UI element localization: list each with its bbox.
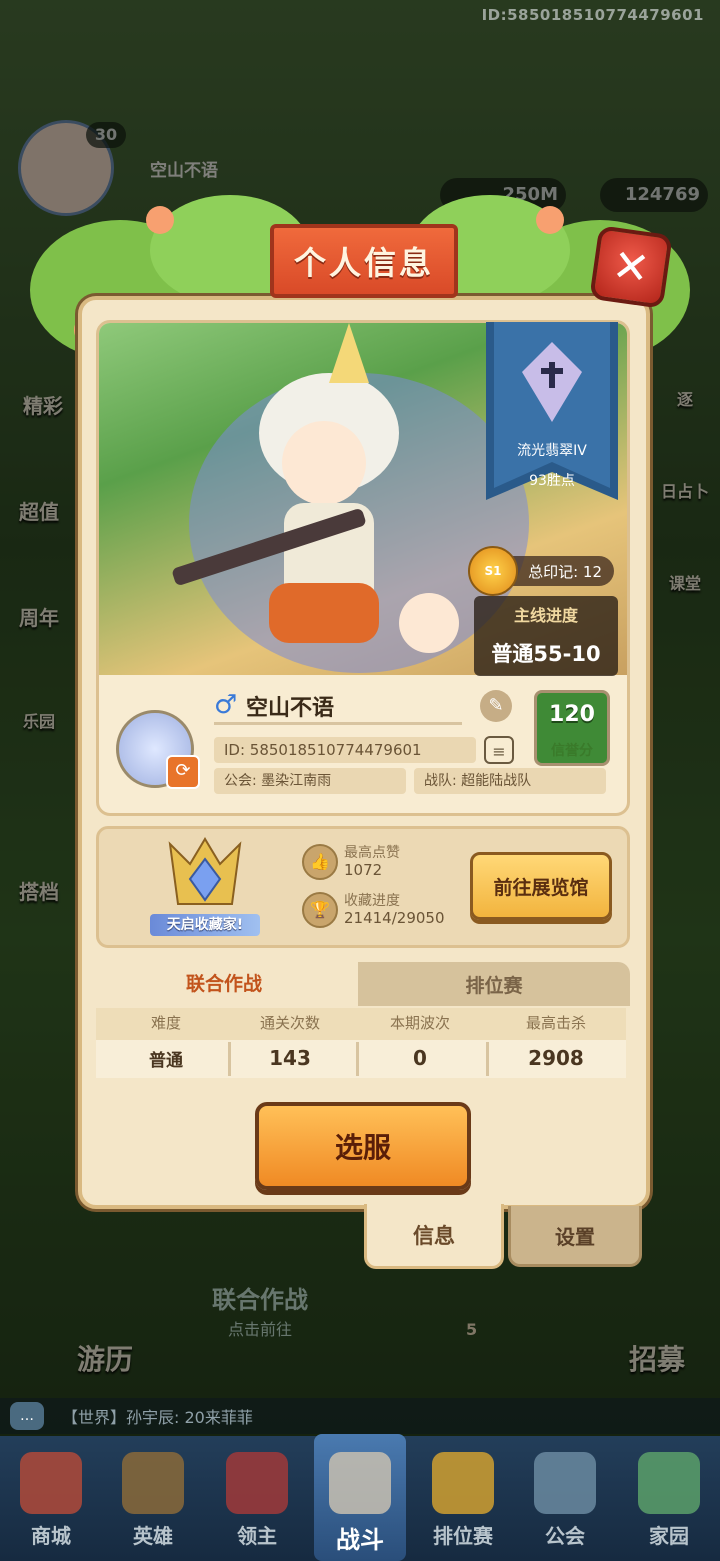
nav-lord[interactable]: 领主 [206,1436,308,1561]
nav-battle[interactable]: 战斗 [309,1436,411,1561]
nav-label: 商城 [31,1524,71,1548]
tab-coop[interactable]: 联合作战 [90,958,358,1006]
player-name: 空山不语 [246,696,335,721]
top-id-label: ID:585018510774479601 [481,6,704,24]
trophy-cup-icon: 🏆 [302,892,338,928]
change-avatar-button[interactable]: ⟳ [166,755,200,789]
collector-trophy-icon [168,837,242,905]
nav-guild[interactable]: 公会 [514,1436,616,1561]
modal-title: 个人信息 [270,224,458,298]
table-header-waves: 本期波次 [389,1014,450,1032]
tab-settings[interactable]: 设置 [508,1206,642,1267]
nav-shop[interactable]: 商城 [0,1436,102,1561]
name-underline [214,722,462,725]
feather-icon: ✎ [488,695,504,716]
table-divider [486,1042,489,1076]
rank-points: 93胜点 [529,473,575,489]
nav-ranked[interactable]: 排位赛 [412,1436,514,1561]
nav-home[interactable]: 家园 [618,1436,720,1561]
chat-bubble-icon[interactable]: … [10,1402,44,1430]
collector-title: 天启收藏家! [150,914,260,936]
cell-waves: 0 [413,1046,427,1070]
copy-icon: ≡ [492,742,506,761]
nav-heroes[interactable]: 英雄 [102,1436,204,1561]
player-guild: 公会: 墨染江南雨 [214,768,406,794]
table-header-difficulty: 难度 [150,1014,181,1032]
season-medal-icon: S1 [468,546,518,596]
lord-banner-icon [226,1452,288,1514]
nav-label: 家园 [649,1524,689,1548]
rank-name: 流光翡翠IV [517,443,587,459]
shop-icon [20,1452,82,1514]
cell-difficulty: 普通 [149,1051,183,1071]
likes-value: 1072 [344,861,383,879]
reputation-label: 信誉分 [551,743,593,759]
select-server-button[interactable]: 选服 [255,1102,471,1190]
main-progress-title: 主线进度 [513,606,578,625]
nav-label: 排位赛 [433,1524,493,1548]
table-divider [356,1042,359,1076]
player-team: 战队: 超能陆战队 [414,768,606,794]
ranked-shield-icon [432,1452,494,1514]
collection-progress-label: 收藏进度 [344,893,400,909]
male-gender-icon: ♂ [214,690,238,720]
guild-castle-icon [534,1452,596,1514]
home-castle-icon [638,1452,700,1514]
nav-label: 领主 [237,1524,277,1548]
likes-label: 最高点赞 [344,845,400,861]
hero-card-icon [122,1452,184,1514]
nav-label: 战斗 [336,1526,384,1554]
copy-id-button[interactable]: ≡ [484,736,514,764]
cell-clears: 143 [269,1046,311,1070]
main-progress-value: 普通55-10 [491,642,601,666]
close-button[interactable]: ✕ [589,225,673,309]
collection-progress-value: 21414/29050 [344,909,445,927]
player-id: ID: 585018510774479601 [214,737,476,763]
chat-message: 【世界】孙宇辰: 20来菲菲 [62,1408,253,1427]
thumbs-up-icon: 👍 [302,844,338,880]
battle-swords-icon [329,1452,391,1514]
edit-name-button[interactable]: ✎ [480,690,512,722]
nav-label: 英雄 [133,1524,173,1548]
nav-label: 公会 [545,1524,585,1548]
reputation-value: 120 [549,702,595,727]
close-icon: ✕ [609,239,653,295]
tab-info[interactable]: 信息 [364,1204,504,1269]
swap-icon: ⟳ [175,760,191,781]
cell-max-kills: 2908 [528,1046,584,1070]
table-header-max-kills: 最高击杀 [525,1014,586,1032]
go-to-gallery-button[interactable]: 前往展览馆 [470,852,612,920]
table-header-clears: 通关次数 [259,1014,320,1032]
tab-ranked[interactable]: 排位赛 [358,962,630,1006]
